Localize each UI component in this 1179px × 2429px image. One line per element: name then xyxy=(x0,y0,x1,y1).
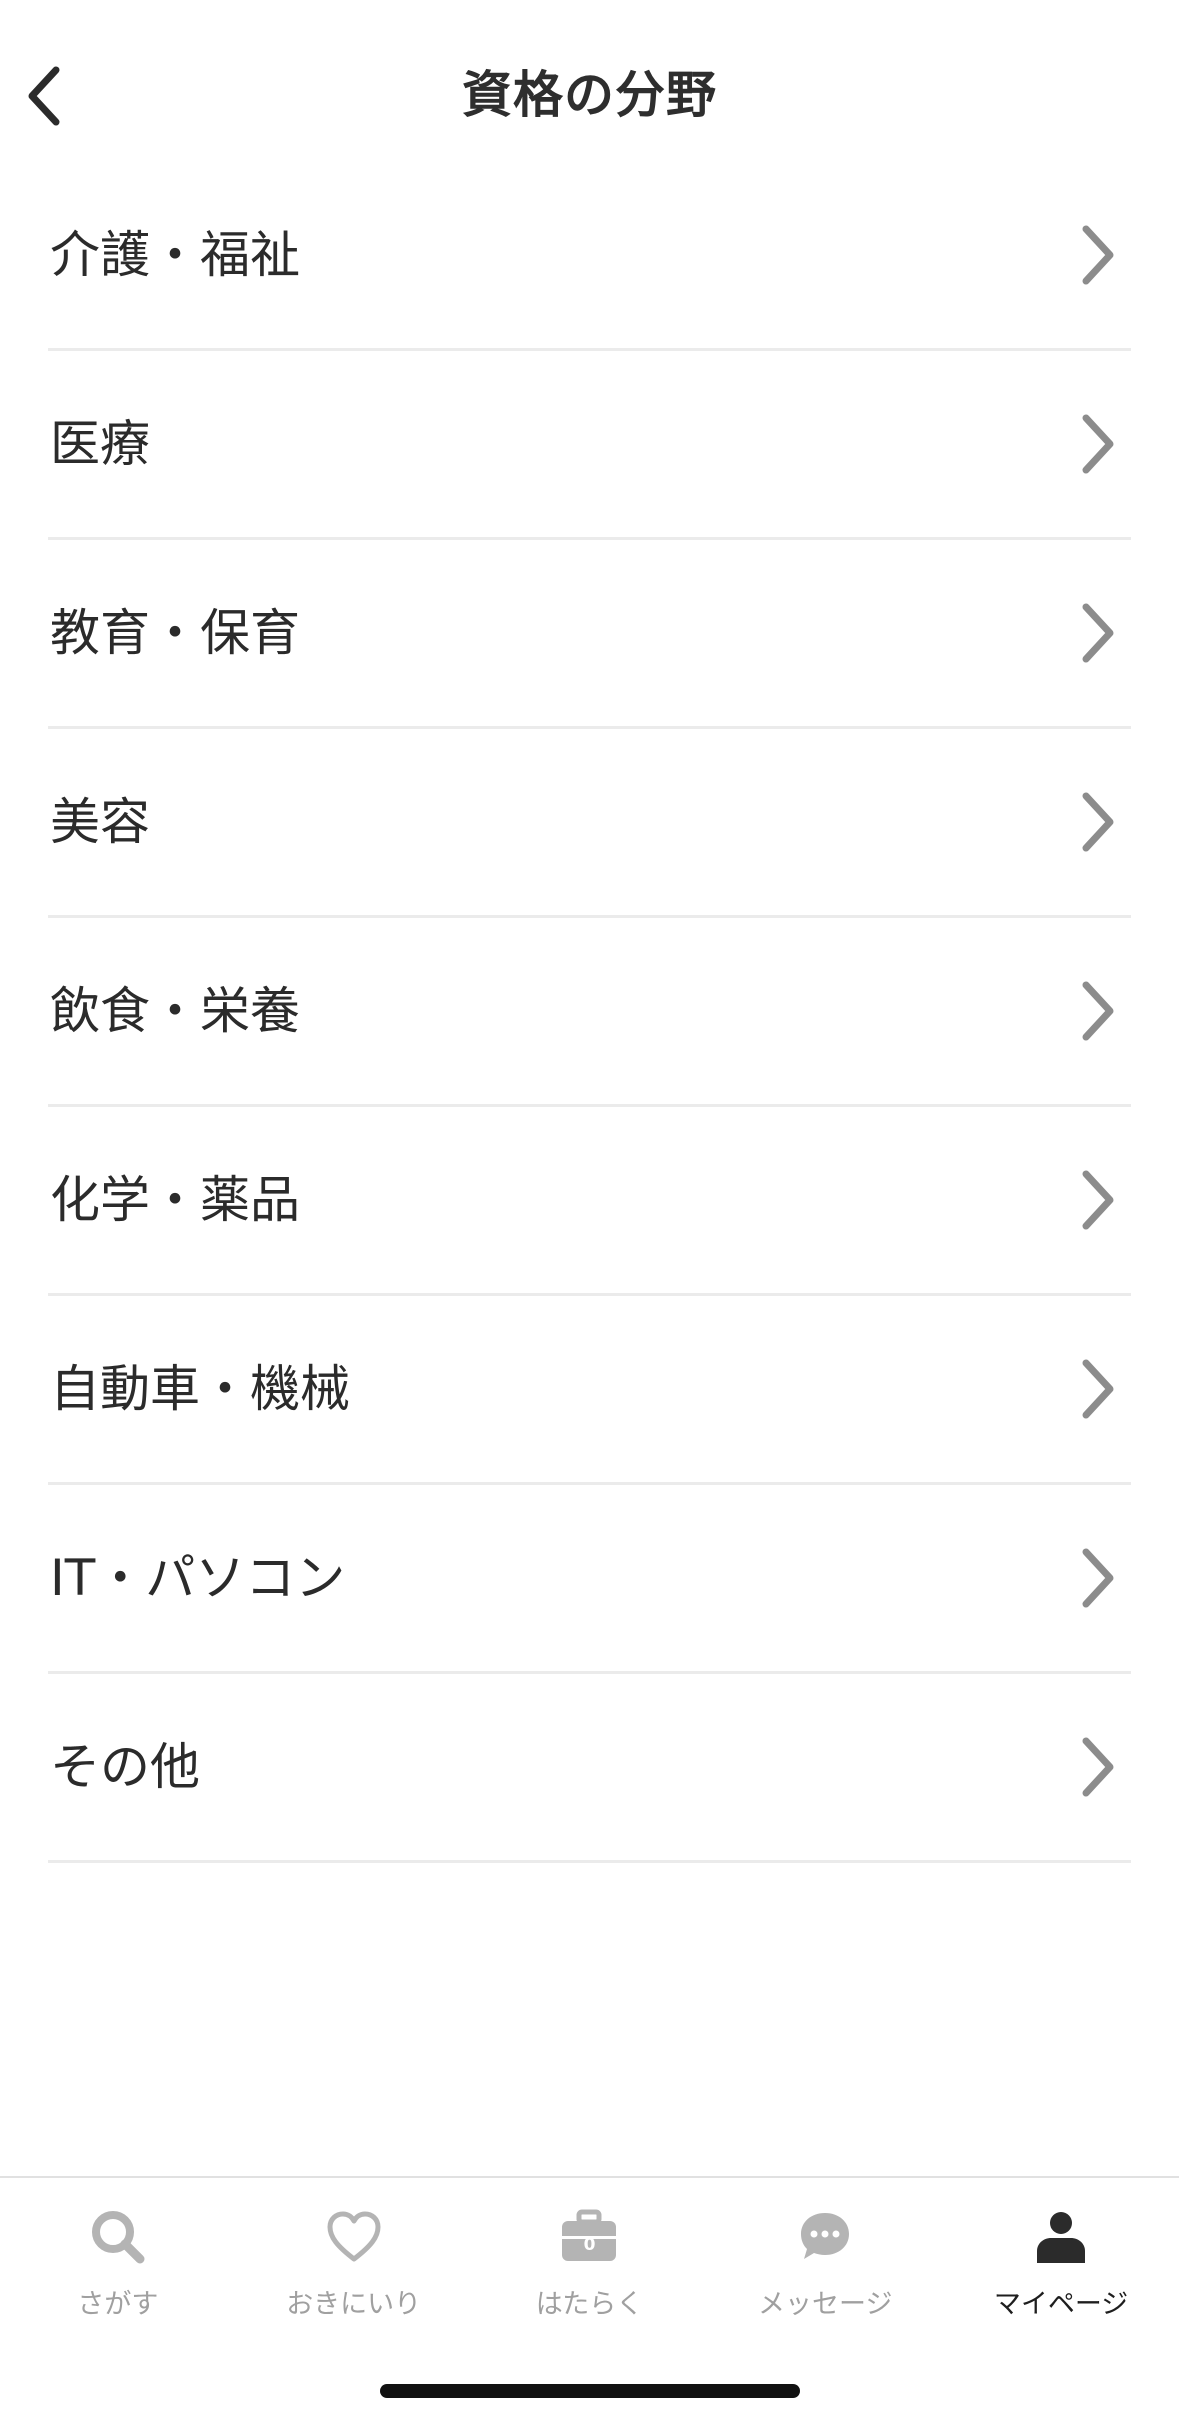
category-item[interactable]: その他 xyxy=(48,1674,1131,1863)
category-item[interactable]: 自動車・機械 xyxy=(48,1296,1131,1485)
tab-favorites[interactable]: おきにいり xyxy=(236,2178,472,2328)
heart-icon xyxy=(323,2206,385,2268)
briefcase-icon: 0 xyxy=(558,2206,620,2268)
category-item[interactable]: 美容 xyxy=(48,729,1131,918)
chevron-right-icon xyxy=(1077,1168,1117,1232)
page-title: 資格の分野 xyxy=(462,66,717,124)
tab-label: おきにいり xyxy=(286,2289,422,2320)
category-label: IT・パソコン xyxy=(50,1549,346,1607)
category-label: 美容 xyxy=(50,793,150,851)
tab-messages[interactable]: メッセージ xyxy=(707,2178,943,2328)
search-icon xyxy=(87,2206,149,2268)
category-label: 教育・保育 xyxy=(50,604,300,662)
category-list: 介護・福祉 医療 教育・保育 美容 飲食・栄養 化学・薬品 自動車・機械 IT・… xyxy=(48,162,1131,1863)
tab-mypage[interactable]: マイページ xyxy=(943,2178,1179,2328)
category-item[interactable]: 医療 xyxy=(48,351,1131,540)
category-label: 医療 xyxy=(50,415,150,473)
person-icon xyxy=(1030,2206,1092,2268)
chevron-right-icon xyxy=(1077,1546,1117,1610)
tab-label: はたらく xyxy=(535,2289,644,2320)
category-label: その他 xyxy=(50,1738,200,1796)
category-label: 自動車・機械 xyxy=(50,1360,350,1418)
category-item[interactable]: 教育・保育 xyxy=(48,540,1131,729)
category-item[interactable]: 飲食・栄養 xyxy=(48,918,1131,1107)
tab-label: マイページ xyxy=(993,2289,1129,2320)
chevron-right-icon xyxy=(1077,1357,1117,1421)
work-badge: 0 xyxy=(583,2235,596,2255)
category-label: 介護・福祉 xyxy=(50,226,300,284)
tab-search[interactable]: さがす xyxy=(0,2178,236,2328)
chevron-right-icon xyxy=(1077,601,1117,665)
chevron-right-icon xyxy=(1077,223,1117,287)
chevron-right-icon xyxy=(1077,412,1117,476)
tab-work[interactable]: 0 はたらく xyxy=(472,2178,708,2328)
header: 資格の分野 xyxy=(0,0,1179,175)
chat-bubble-icon xyxy=(794,2206,856,2268)
chevron-right-icon xyxy=(1077,1735,1117,1799)
chevron-right-icon xyxy=(1077,979,1117,1043)
category-item[interactable]: 化学・薬品 xyxy=(48,1107,1131,1296)
category-label: 飲食・栄養 xyxy=(50,982,300,1040)
category-item[interactable]: IT・パソコン xyxy=(48,1485,1131,1674)
category-item[interactable]: 介護・福祉 xyxy=(48,162,1131,351)
chevron-right-icon xyxy=(1077,790,1117,854)
home-indicator xyxy=(380,2384,800,2398)
tab-label: メッセージ xyxy=(758,2289,893,2320)
category-label: 化学・薬品 xyxy=(50,1171,300,1229)
tab-label: さがす xyxy=(77,2289,159,2320)
